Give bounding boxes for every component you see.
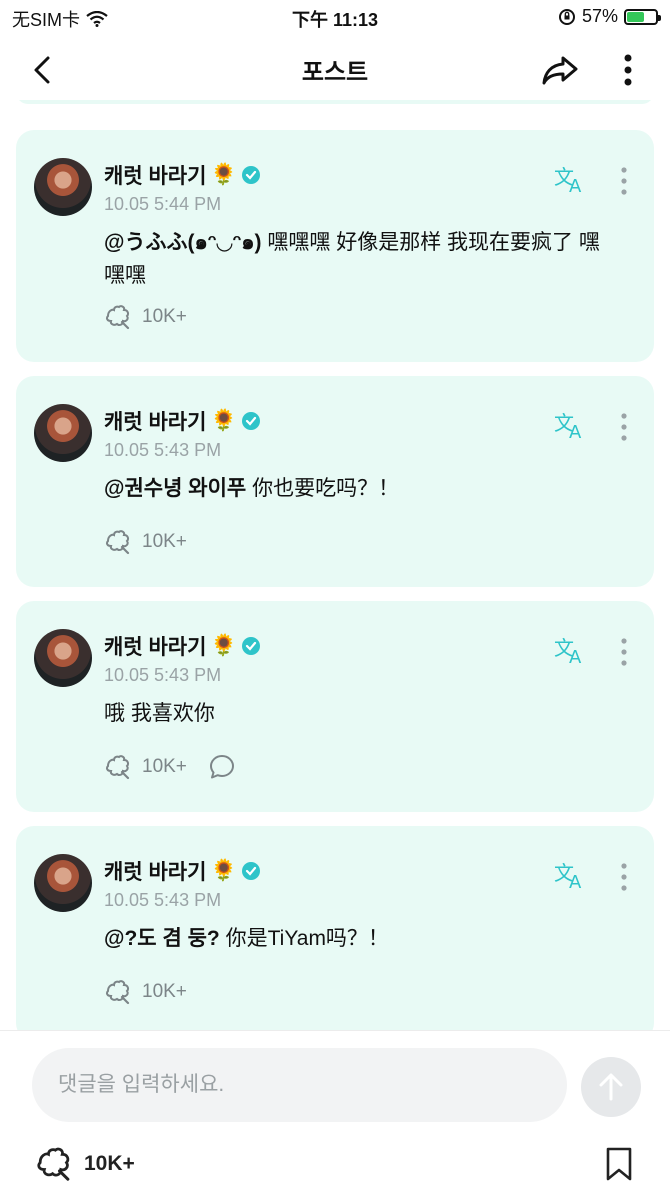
- more-vertical-icon[interactable]: [614, 862, 634, 892]
- comment-text: @권수녕 와이푸 你也要吃吗？！: [104, 472, 614, 505]
- more-vertical-icon[interactable]: [614, 166, 634, 196]
- action-row: 10K+: [104, 304, 187, 330]
- comment-text: 哦 我喜欢你: [104, 697, 614, 730]
- verified-badge-icon: [241, 862, 260, 880]
- navbar: 포스트: [0, 34, 670, 100]
- comment-text: @?도 겸 둥? 你是TiYam吗？！: [104, 922, 614, 955]
- mention[interactable]: @?도 겸 둥?: [104, 927, 220, 950]
- svg-text:A: A: [569, 422, 582, 440]
- like-count: 10K+: [142, 756, 187, 777]
- sunflower-emoji: 🌻: [210, 163, 237, 186]
- timestamp: 10.05 5:43 PM: [104, 665, 222, 685]
- avatar[interactable]: [34, 629, 92, 687]
- message: 哦 我喜欢你: [104, 702, 215, 725]
- comment-text: @うふふ(๑ᵔ◡ᵔ๑) 嘿嘿嘿 好像是那样 我现在要疯了 嘿嘿嘿: [104, 226, 614, 292]
- comment-card: 캐럿 바라기 🌻 10.05 5:43 PM 文A 哦 我喜欢你 10K+: [16, 601, 654, 812]
- like-count: 10K+: [142, 306, 187, 327]
- more-vertical-icon[interactable]: [614, 637, 634, 667]
- author-row: 캐럿 바라기 🌻: [104, 160, 261, 190]
- like-count: 10K+: [142, 531, 187, 552]
- like-icon[interactable]: [34, 1146, 74, 1182]
- like-icon[interactable]: [104, 304, 132, 330]
- like-icon[interactable]: [104, 529, 132, 555]
- translate-icon[interactable]: 文A: [554, 410, 588, 440]
- share-icon: [542, 56, 578, 85]
- timestamp: 10.05 5:43 PM: [104, 890, 222, 910]
- message: 你是TiYam吗？！: [219, 927, 389, 950]
- svg-text:A: A: [569, 872, 582, 890]
- share-button[interactable]: [540, 50, 580, 90]
- like-icon[interactable]: [104, 979, 132, 1005]
- verified-badge-icon: [241, 412, 260, 430]
- comment-card: 캐럿 바라기 🌻 10.05 5:43 PM 文A @?도 겸 둥? 你是TiY…: [16, 826, 654, 1030]
- mention[interactable]: @うふふ(๑ᵔ◡ᵔ๑): [104, 231, 262, 254]
- like-count: 10K+: [142, 981, 187, 1002]
- translate-icon[interactable]: 文A: [554, 635, 588, 665]
- action-row: 10K+: [104, 979, 187, 1005]
- arrow-up-icon: [599, 1073, 623, 1101]
- svg-text:A: A: [569, 176, 582, 194]
- status-bar: 无SIM卡 下午 11:13 57%: [0, 0, 670, 34]
- action-row: 10K+: [104, 529, 187, 555]
- sunflower-emoji: 🌻: [210, 409, 237, 432]
- author-name: 캐럿 바라기: [104, 165, 207, 188]
- comment-card: 캐럿 바라기 🌻 10.05 5:44 PM 文A @うふふ(๑ᵔ◡ᵔ๑) 嘿嘿…: [16, 130, 654, 362]
- orientation-lock-icon: [558, 8, 575, 25]
- comment-input[interactable]: [32, 1048, 567, 1122]
- bookmark-icon: [606, 1147, 632, 1181]
- translate-icon[interactable]: 文A: [554, 860, 588, 890]
- verified-badge-icon: [241, 637, 260, 655]
- mention[interactable]: @권수녕 와이푸: [104, 477, 246, 500]
- translate-icon[interactable]: 文A: [554, 164, 588, 194]
- divider: [0, 1030, 670, 1031]
- more-menu-button[interactable]: [608, 50, 648, 90]
- battery-percent: 57%: [581, 6, 618, 26]
- post-like-count: 10K+: [84, 1152, 135, 1175]
- verified-badge-icon: [241, 166, 260, 184]
- send-button[interactable]: [581, 1057, 641, 1117]
- like-icon[interactable]: [104, 754, 132, 780]
- author-row: 캐럿 바라기 🌻: [104, 406, 261, 436]
- bookmark-button[interactable]: [604, 1146, 634, 1187]
- author-name: 캐럿 바라기: [104, 861, 207, 884]
- svg-text:A: A: [569, 647, 582, 665]
- comment-card: 캐럿 바라기 🌻 10.05 5:43 PM 文A @권수녕 와이푸 你也要吃吗…: [16, 376, 654, 587]
- comment-list[interactable]: 캐럿 바라기 🌻 10.05 5:44 PM 文A @うふふ(๑ᵔ◡ᵔ๑) 嘿嘿…: [0, 100, 670, 1030]
- message: 你也要吃吗？！: [246, 477, 400, 500]
- author-row: 캐럿 바라기 🌻: [104, 856, 261, 886]
- author-row: 캐럿 바라기 🌻: [104, 631, 261, 661]
- author-name: 캐럿 바라기: [104, 411, 207, 434]
- more-vertical-icon: [624, 54, 632, 86]
- comment-bubble-icon[interactable]: [209, 754, 235, 780]
- sunflower-emoji: 🌻: [210, 859, 237, 882]
- status-right: 57%: [558, 6, 661, 27]
- post-like-area: 10K+: [34, 1146, 135, 1182]
- action-row: 10K+: [104, 754, 235, 780]
- previous-card-edge: [16, 100, 654, 104]
- avatar[interactable]: [34, 404, 92, 462]
- sunflower-emoji: 🌻: [210, 634, 237, 657]
- avatar[interactable]: [34, 854, 92, 912]
- author-name: 캐럿 바라기: [104, 636, 207, 659]
- avatar[interactable]: [34, 158, 92, 216]
- timestamp: 10.05 5:44 PM: [104, 194, 222, 214]
- timestamp: 10.05 5:43 PM: [104, 440, 222, 460]
- more-vertical-icon[interactable]: [614, 412, 634, 442]
- battery-icon: [624, 8, 661, 25]
